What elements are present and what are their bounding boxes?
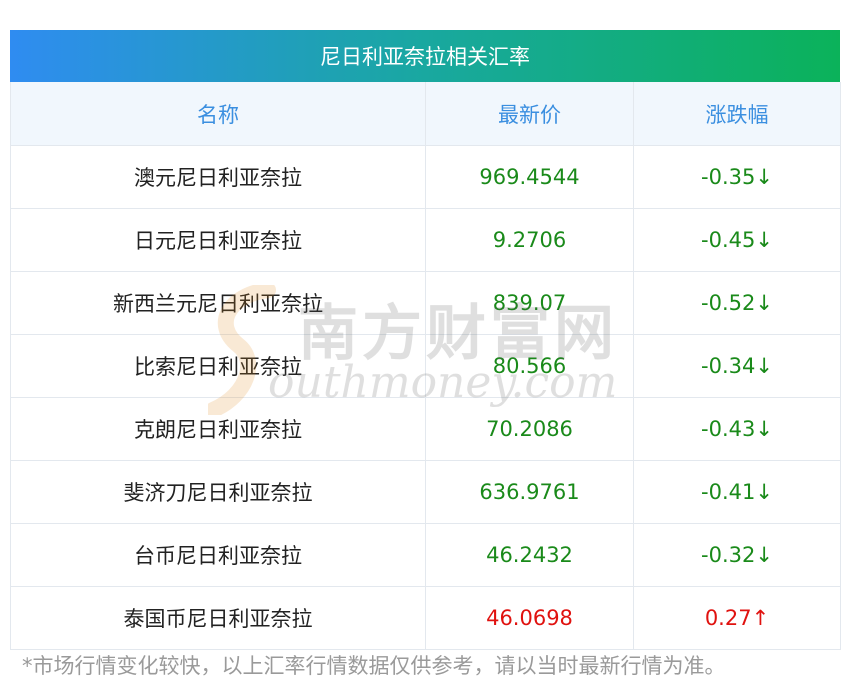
- latest-price: 839.07: [425, 271, 634, 335]
- table-row: 新西兰元尼日利亚奈拉 839.07 -0.52↓: [10, 271, 841, 335]
- table-row: 比索尼日利亚奈拉 80.566 -0.34↓: [10, 334, 841, 398]
- table-row: 澳元尼日利亚奈拉 969.4544 -0.35↓: [10, 145, 841, 209]
- header-change: 涨跌幅: [633, 82, 841, 146]
- currency-pair-name: 泰国币尼日利亚奈拉: [10, 586, 426, 650]
- latest-price: 80.566: [425, 334, 634, 398]
- table-row: 泰国币尼日利亚奈拉 46.0698 0.27↑: [10, 586, 841, 650]
- page: 尼日利亚奈拉相关汇率 名称 最新价 涨跌幅 澳元尼日利亚奈拉 969.4544 …: [0, 0, 850, 697]
- latest-price: 70.2086: [425, 397, 634, 461]
- change-percent: 0.27↑: [633, 586, 841, 650]
- disclaimer-note: *市场行情变化较快，以上汇率行情数据仅供参考，请以当时最新行情为准。: [22, 654, 726, 678]
- change-percent: -0.35↓: [633, 145, 841, 209]
- change-percent: -0.34↓: [633, 334, 841, 398]
- exchange-rate-table-card: 尼日利亚奈拉相关汇率 名称 最新价 涨跌幅 澳元尼日利亚奈拉 969.4544 …: [10, 30, 841, 650]
- table-row: 克朗尼日利亚奈拉 70.2086 -0.43↓: [10, 397, 841, 461]
- latest-price: 969.4544: [425, 145, 634, 209]
- header-price: 最新价: [425, 82, 634, 146]
- latest-price: 46.2432: [425, 523, 634, 587]
- latest-price: 9.2706: [425, 208, 634, 272]
- header-name: 名称: [10, 82, 426, 146]
- currency-pair-name: 日元尼日利亚奈拉: [10, 208, 426, 272]
- currency-pair-name: 比索尼日利亚奈拉: [10, 334, 426, 398]
- table-title: 尼日利亚奈拉相关汇率: [10, 30, 840, 82]
- table-row: 台币尼日利亚奈拉 46.2432 -0.32↓: [10, 523, 841, 587]
- currency-pair-name: 克朗尼日利亚奈拉: [10, 397, 426, 461]
- latest-price: 636.9761: [425, 460, 634, 524]
- change-percent: -0.41↓: [633, 460, 841, 524]
- change-percent: -0.43↓: [633, 397, 841, 461]
- table-row: 日元尼日利亚奈拉 9.2706 -0.45↓: [10, 208, 841, 272]
- table-header-row: 名称 最新价 涨跌幅: [10, 82, 841, 146]
- latest-price: 46.0698: [425, 586, 634, 650]
- table-row: 斐济刀尼日利亚奈拉 636.9761 -0.41↓: [10, 460, 841, 524]
- currency-pair-name: 斐济刀尼日利亚奈拉: [10, 460, 426, 524]
- currency-pair-name: 新西兰元尼日利亚奈拉: [10, 271, 426, 335]
- change-percent: -0.52↓: [633, 271, 841, 335]
- exchange-rate-table: 名称 最新价 涨跌幅 澳元尼日利亚奈拉 969.4544 -0.35↓ 日元尼日…: [10, 82, 841, 650]
- change-percent: -0.45↓: [633, 208, 841, 272]
- currency-pair-name: 澳元尼日利亚奈拉: [10, 145, 426, 209]
- change-percent: -0.32↓: [633, 523, 841, 587]
- currency-pair-name: 台币尼日利亚奈拉: [10, 523, 426, 587]
